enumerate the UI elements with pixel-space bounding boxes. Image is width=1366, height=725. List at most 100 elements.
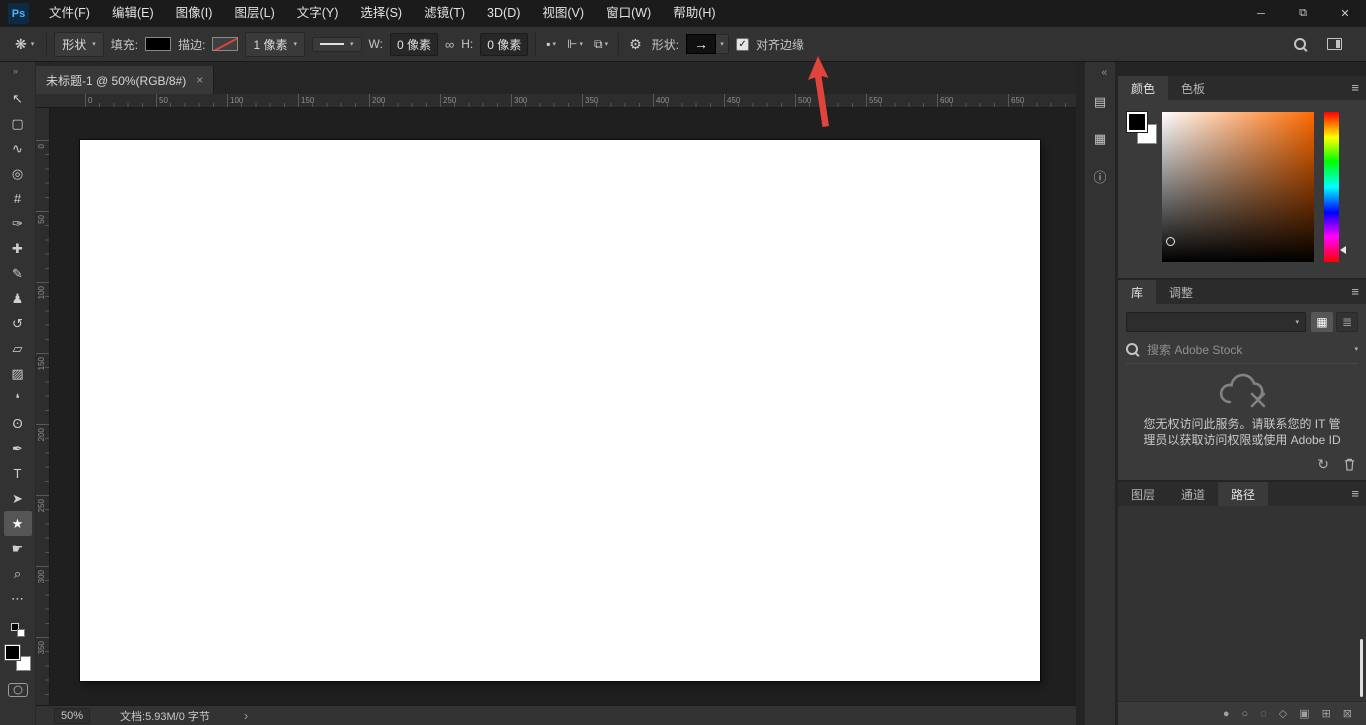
foreground-color-swatch[interactable] bbox=[3, 644, 21, 661]
ruler-tick: 350 bbox=[36, 637, 49, 705]
zoom-tool[interactable]: ⌕ bbox=[4, 561, 32, 586]
gradient-tool[interactable]: ▨ bbox=[4, 361, 32, 386]
stroke-path-button[interactable]: ○ bbox=[1241, 708, 1248, 720]
path-arrangement-button[interactable]: ⧉ ▾ bbox=[591, 35, 611, 54]
canvas[interactable]: 050100150200250300350400 bbox=[36, 108, 1076, 705]
stroke-style-select[interactable]: ▾ bbox=[312, 36, 362, 52]
menu-item[interactable]: 文件(F) bbox=[38, 0, 101, 27]
hue-slider[interactable] bbox=[1324, 112, 1339, 262]
path-selection-tool[interactable]: ➤ bbox=[4, 486, 32, 511]
history-brush-tool[interactable]: ↺ bbox=[4, 311, 32, 336]
menu-item[interactable]: 图层(L) bbox=[223, 0, 285, 27]
trash-icon[interactable] bbox=[1343, 457, 1356, 472]
delete-path-button[interactable]: ⊠ bbox=[1343, 707, 1352, 720]
color-spectrum[interactable] bbox=[1162, 112, 1314, 262]
link-dimensions-icon[interactable]: ∞ bbox=[445, 37, 454, 52]
properties-panel-icon[interactable]: ▤ bbox=[1088, 90, 1112, 114]
make-work-path-button[interactable]: ◇ bbox=[1279, 707, 1287, 720]
document-tab[interactable]: 未标题-1 @ 50%(RGB/8#) × bbox=[36, 66, 215, 94]
custom-shape-tool-icon: ❋ bbox=[15, 35, 27, 52]
brush-tool[interactable]: ✎ bbox=[4, 261, 32, 286]
clone-stamp-tool[interactable]: ♟ bbox=[4, 286, 32, 311]
document-canvas[interactable] bbox=[80, 140, 1040, 681]
close-tab-icon[interactable]: × bbox=[196, 73, 203, 87]
panel-tab[interactable]: 颜色 bbox=[1118, 76, 1169, 100]
panel-tab[interactable]: 图层 bbox=[1118, 482, 1168, 506]
load-path-as-selection-button[interactable]: ◌ bbox=[1260, 708, 1267, 720]
panel-tab[interactable]: 路径 bbox=[1218, 482, 1269, 506]
menu-item[interactable]: 视图(V) bbox=[531, 0, 595, 27]
library-select[interactable]: ▾ bbox=[1126, 312, 1306, 332]
menu-item[interactable]: 选择(S) bbox=[349, 0, 413, 27]
menu-item[interactable]: 滤镜(T) bbox=[413, 0, 476, 27]
expand-panels-icon[interactable]: « bbox=[1101, 62, 1115, 80]
quick-selection-tool[interactable]: ◎ bbox=[4, 161, 32, 186]
expand-toolbar-icon[interactable]: » bbox=[0, 62, 35, 78]
foreground-color-swatch[interactable] bbox=[1126, 111, 1148, 133]
options-bar: ❋ ▾ 形状 ▾ 填充: 描边: 1 像素 ▾ ▾ W: 0 像素 ∞ H: 0… bbox=[0, 27, 1366, 62]
quick-mask-button[interactable] bbox=[7, 683, 28, 697]
scrollbar-thumb[interactable] bbox=[1360, 639, 1363, 697]
new-path-button[interactable]: ⊞ bbox=[1322, 707, 1331, 720]
panel-tab[interactable]: 色板 bbox=[1168, 76, 1218, 100]
hue-slider-marker[interactable] bbox=[1340, 246, 1346, 254]
height-input[interactable]: 0 像素 bbox=[480, 32, 529, 56]
status-flyout-chevron[interactable]: › bbox=[244, 708, 248, 723]
rectangular-marquee-tool[interactable]: ▢ bbox=[4, 111, 32, 136]
panel-tab[interactable]: 调整 bbox=[1156, 280, 1206, 304]
stroke-color-swatch[interactable] bbox=[212, 37, 239, 51]
stroke-width-select[interactable]: 1 像素 ▾ bbox=[245, 31, 305, 57]
panel-menu-icon[interactable]: ≡ bbox=[1351, 80, 1359, 95]
eraser-tool[interactable]: ▱ bbox=[4, 336, 32, 361]
crop-tool[interactable]: # bbox=[4, 186, 32, 211]
tool-mode-select[interactable]: 形状 ▾ bbox=[54, 31, 104, 57]
library-search[interactable]: 搜索 Adobe Stock ▾ bbox=[1126, 341, 1358, 364]
add-mask-button[interactable]: ▣ bbox=[1299, 707, 1309, 720]
menu-item[interactable]: 帮助(H) bbox=[662, 0, 726, 27]
align-edges-checkbox[interactable]: ✓ bbox=[736, 37, 750, 51]
menu-item[interactable]: 窗口(W) bbox=[595, 0, 662, 27]
color-picker-ring[interactable] bbox=[1166, 237, 1175, 246]
menu-item[interactable]: 3D(D) bbox=[476, 0, 531, 27]
menu-item[interactable]: 编辑(E) bbox=[101, 0, 165, 27]
tool-preset-picker[interactable]: ❋ ▾ bbox=[10, 33, 39, 56]
hand-tool[interactable]: ☛ bbox=[4, 536, 32, 561]
panel-menu-icon[interactable]: ≡ bbox=[1351, 486, 1359, 501]
path-alignment-button[interactable]: ⊩ ▾ bbox=[564, 35, 586, 53]
panel-tab[interactable]: 库 bbox=[1118, 280, 1157, 304]
custom-shape-tool[interactable]: ★ bbox=[3, 511, 32, 536]
path-operations-button[interactable]: ▪ ▾ bbox=[543, 35, 559, 53]
type-tool[interactable]: T bbox=[4, 461, 32, 486]
restore-button[interactable]: ⧉ bbox=[1282, 0, 1324, 27]
width-input[interactable]: 0 像素 bbox=[389, 32, 438, 56]
gear-icon[interactable]: ⚙ bbox=[626, 36, 645, 53]
info-panel-icon[interactable]: ⓘ bbox=[1088, 164, 1112, 188]
panel-menu-icon[interactable]: ≡ bbox=[1351, 284, 1359, 299]
blur-tool[interactable]: ❛ bbox=[4, 386, 32, 411]
eyedropper-tool[interactable]: ✑ bbox=[4, 211, 32, 236]
workspace-switcher-icon[interactable] bbox=[1327, 38, 1342, 50]
spot-healing-brush-tool[interactable]: ✚ bbox=[4, 236, 32, 261]
close-button[interactable]: ✕ bbox=[1324, 0, 1366, 27]
lasso-tool[interactable]: ∿ bbox=[4, 136, 32, 161]
menu-item[interactable]: 文字(Y) bbox=[286, 0, 350, 27]
list-view-button[interactable]: ≣ bbox=[1336, 312, 1358, 332]
minimize-button[interactable]: ─ bbox=[1240, 0, 1282, 27]
shape-picker-chevron[interactable]: ▾ bbox=[716, 34, 730, 54]
move-tool[interactable]: ↖ bbox=[4, 86, 32, 111]
grid-view-button[interactable]: ▦ bbox=[1311, 312, 1333, 332]
shape-picker[interactable]: → ▾ bbox=[686, 34, 730, 54]
panel-tab[interactable]: 通道 bbox=[1168, 482, 1218, 506]
sync-status-icon[interactable]: ↻ bbox=[1317, 456, 1329, 473]
paths-list[interactable] bbox=[1118, 506, 1366, 701]
default-colors-icon[interactable] bbox=[10, 623, 25, 637]
edit-toolbar-button[interactable]: ⋯ bbox=[4, 586, 32, 611]
fill-path-button[interactable]: ● bbox=[1223, 708, 1230, 720]
dodge-tool[interactable]: ʘ bbox=[4, 411, 32, 436]
pen-tool[interactable]: ✒ bbox=[4, 436, 32, 461]
menu-item[interactable]: 图像(I) bbox=[165, 0, 224, 27]
search-icon[interactable] bbox=[1294, 37, 1307, 51]
adjustments-panel-icon[interactable]: ▦ bbox=[1088, 127, 1112, 151]
zoom-level[interactable]: 50% bbox=[54, 707, 91, 724]
fill-color-swatch[interactable] bbox=[145, 37, 172, 51]
